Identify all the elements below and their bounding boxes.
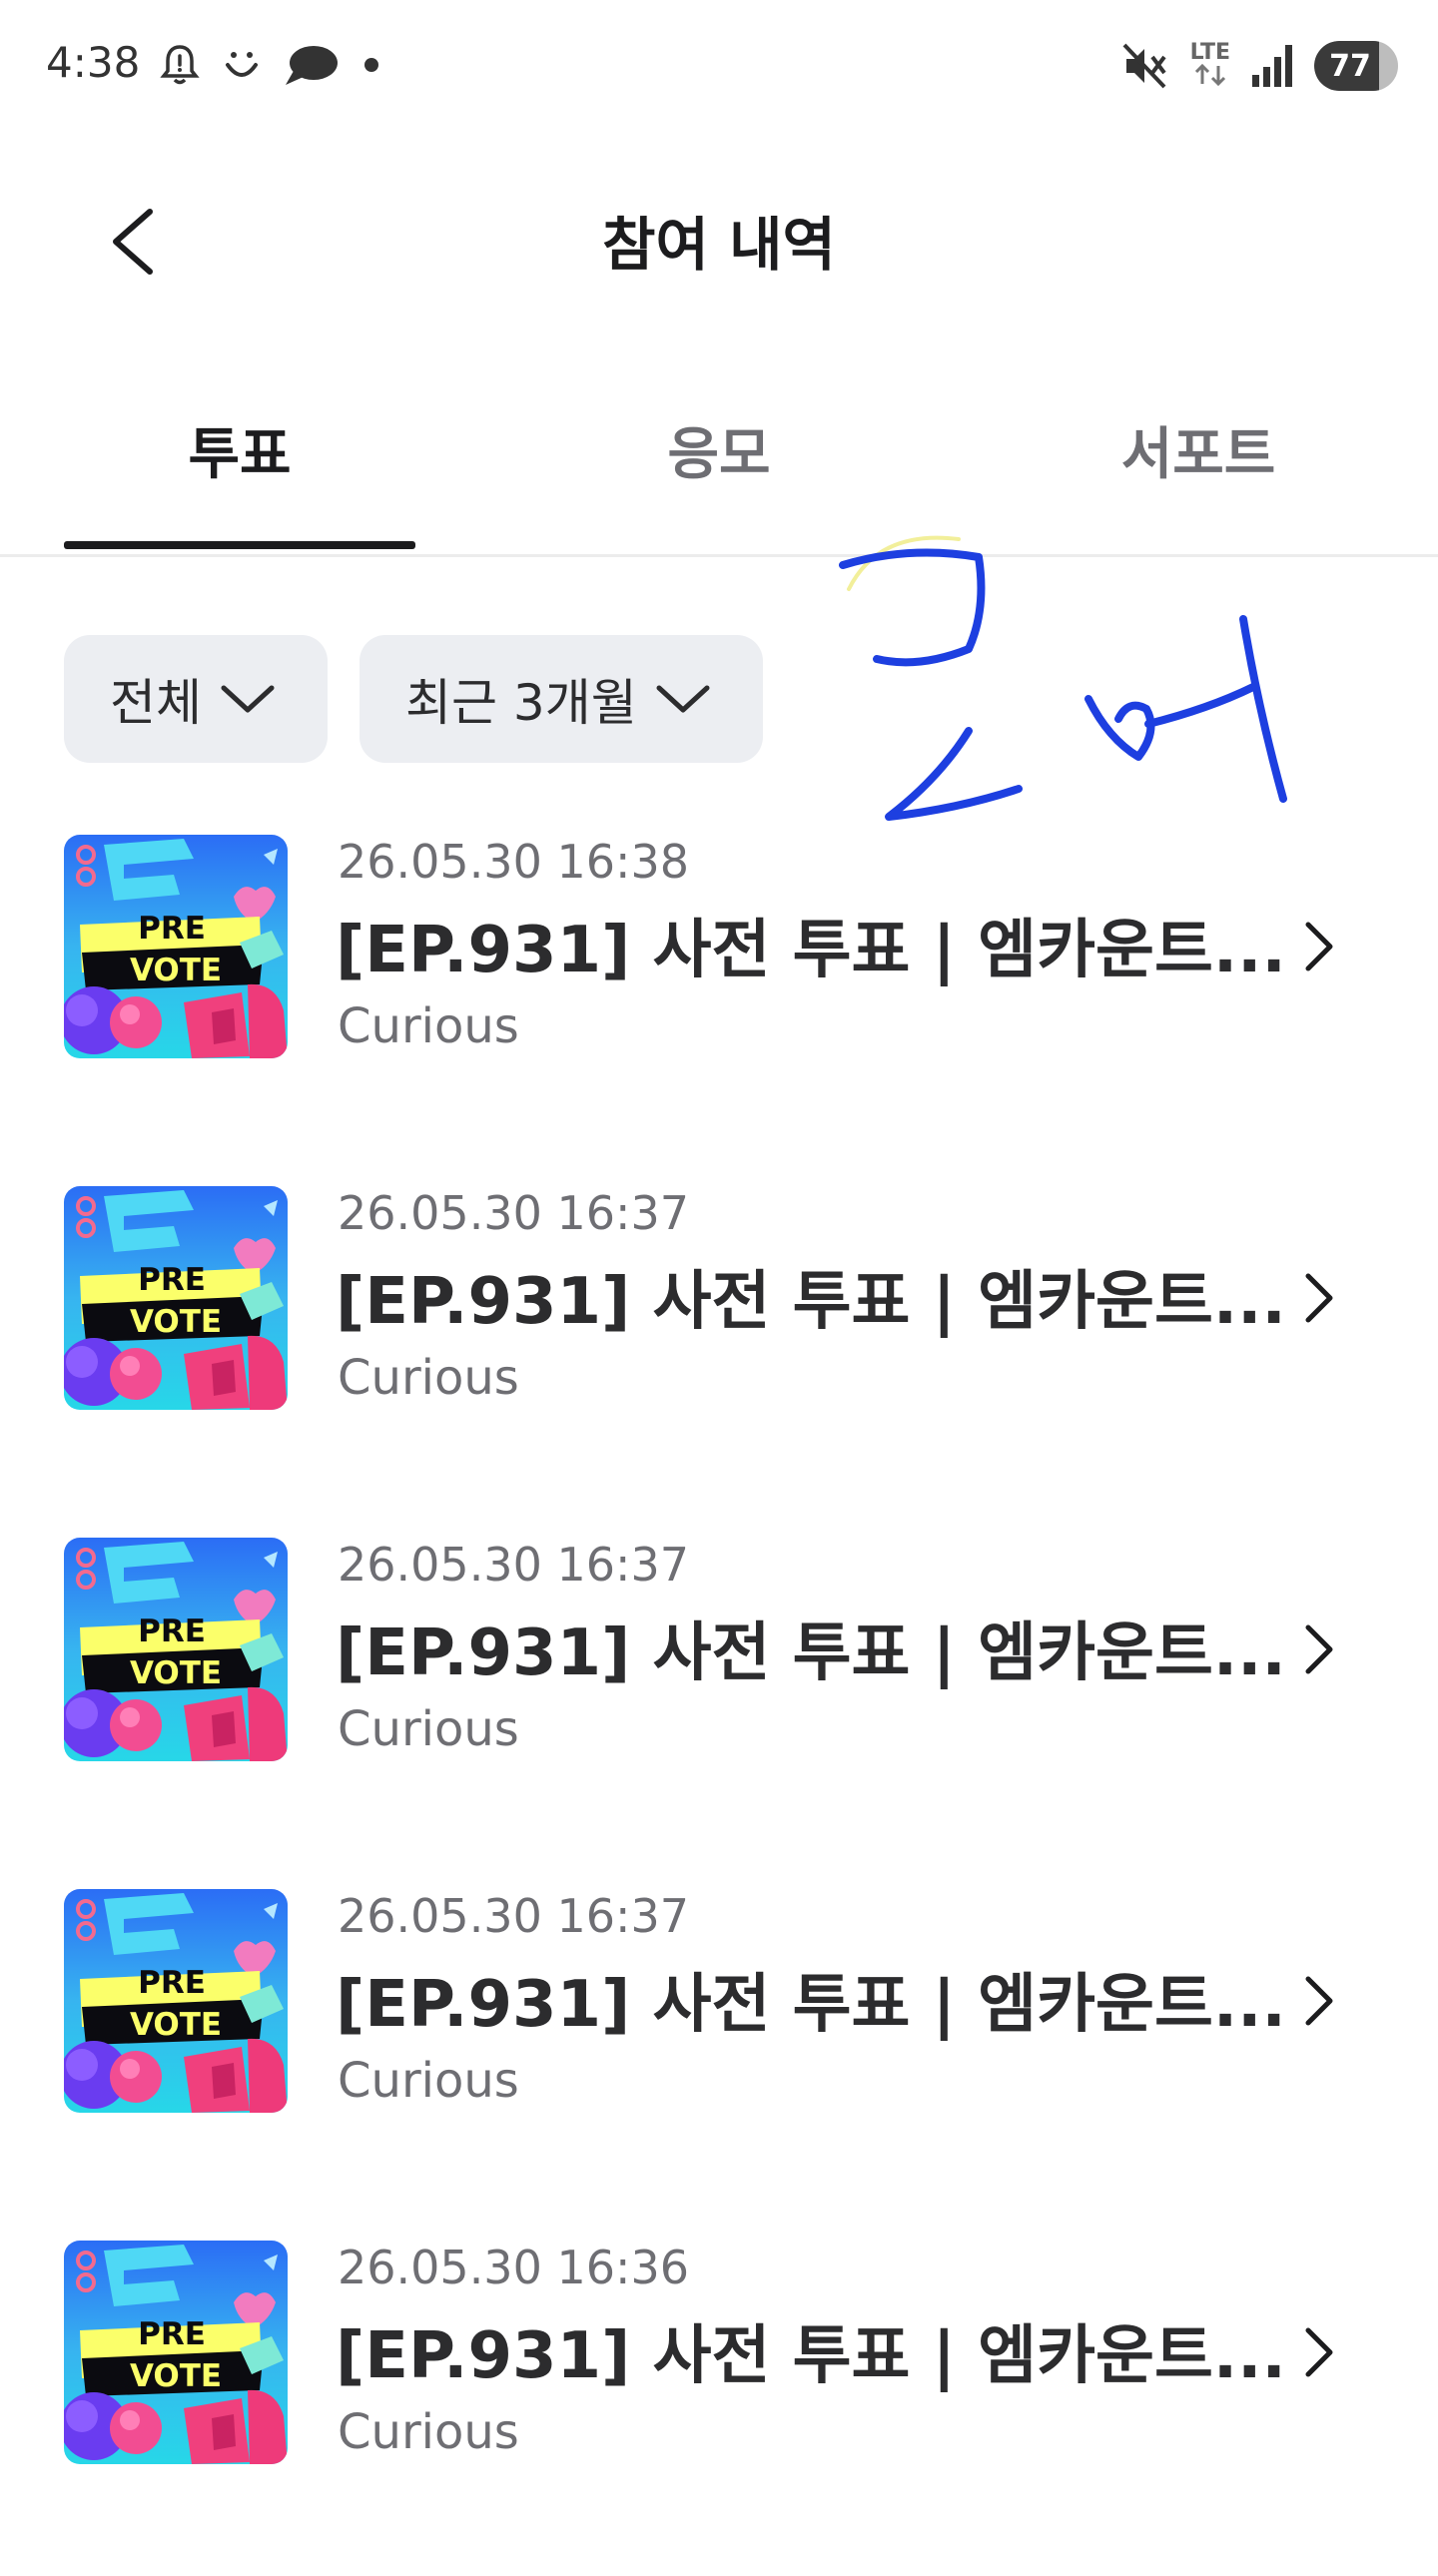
signal-icon	[1252, 45, 1292, 87]
pre-vote-thumbnail: PRE VOTE	[64, 2241, 288, 2464]
smile-icon	[226, 52, 258, 77]
participation-list: PRE VOTE 26.05.30 16:38 [EP.931] 사전 투표 |…	[0, 819, 1438, 2576]
battery-icon: 77	[1314, 41, 1398, 91]
alarm-icon	[160, 45, 200, 85]
pre-label: PRE	[138, 1965, 206, 2001]
list-item[interactable]: PRE VOTE 26.05.30 16:37 [EP.931] 사전 투표 |…	[0, 1522, 1438, 1873]
status-left-icons	[160, 40, 381, 90]
chevron-right-icon	[1305, 1624, 1333, 1674]
item-title: [EP.931] 사전 투표 | 엠카운트...	[336, 914, 1286, 987]
chevron-right-icon	[1305, 2327, 1333, 2377]
item-date: 26.05.30 16:38	[338, 835, 690, 889]
pre-vote-thumbnail: PRE VOTE	[64, 835, 288, 1058]
vote-label: VOTE	[130, 1655, 222, 1691]
filter-all-label: 전체	[110, 674, 202, 732]
pre-label: PRE	[138, 911, 206, 947]
dot-icon	[364, 58, 378, 72]
chevron-down-icon	[221, 685, 275, 713]
mute-icon	[1122, 43, 1166, 89]
item-subtitle: Curious	[338, 998, 519, 1054]
header: 참여 내역	[0, 150, 1438, 329]
vote-label: VOTE	[130, 2007, 222, 2043]
item-subtitle: Curious	[338, 1350, 519, 1406]
lte-icon: LTE	[1190, 42, 1230, 90]
item-subtitle: Curious	[338, 1701, 519, 1757]
item-date: 26.05.30 16:37	[338, 1538, 690, 1592]
pre-vote-thumbnail: PRE VOTE	[64, 1186, 288, 1410]
vote-label: VOTE	[130, 2358, 222, 2394]
page-title: 참여 내역	[602, 211, 836, 279]
chevron-right-icon	[1305, 1273, 1333, 1323]
data-arrows-icon	[1194, 63, 1225, 87]
handwritten-annotation	[839, 535, 1287, 821]
item-title: [EP.931] 사전 투표 | 엠카운트...	[336, 1265, 1286, 1339]
network-label: LTE	[1189, 40, 1230, 65]
chevron-down-icon	[656, 685, 710, 713]
tab-vote[interactable]: 투표	[64, 409, 415, 490]
list-item[interactable]: PRE VOTE 26.05.30 16:36 [EP.931] 사전 투표 |…	[0, 2225, 1438, 2576]
pre-vote-thumbnail: PRE VOTE	[64, 1538, 288, 1761]
list-item[interactable]: PRE VOTE 26.05.30 16:37 [EP.931] 사전 투표 |…	[0, 1873, 1438, 2225]
status-time: 4:38	[46, 38, 141, 87]
filter-period-dropdown[interactable]: 최근 3개월	[360, 635, 763, 763]
item-title: [EP.931] 사전 투표 | 엠카운트...	[336, 2319, 1286, 2393]
battery-level: 77	[1329, 48, 1371, 84]
chevron-right-icon	[1305, 922, 1333, 971]
filter-bar: 전체 최근 3개월	[64, 635, 763, 763]
filter-all-dropdown[interactable]: 전체	[64, 635, 328, 763]
pre-label: PRE	[138, 1613, 206, 1649]
chat-bubble-icon	[286, 46, 338, 85]
vote-label: VOTE	[130, 953, 222, 988]
item-subtitle: Curious	[338, 2053, 519, 2109]
chevron-right-icon	[1305, 1976, 1333, 2026]
pre-label: PRE	[138, 1262, 206, 1298]
status-bar: 4:38 LTE 77	[0, 0, 1438, 140]
tab-support[interactable]: 서포트	[1023, 409, 1374, 490]
list-item[interactable]: PRE VOTE 26.05.30 16:38 [EP.931] 사전 투표 |…	[0, 819, 1438, 1170]
tab-entry[interactable]: 응모	[543, 409, 895, 490]
item-subtitle: Curious	[338, 2404, 519, 2460]
pre-vote-thumbnail: PRE VOTE	[64, 1889, 288, 2113]
item-date: 26.05.30 16:37	[338, 1889, 690, 1943]
list-item[interactable]: PRE VOTE 26.05.30 16:37 [EP.931] 사전 투표 |…	[0, 1170, 1438, 1522]
pre-label: PRE	[138, 2316, 206, 2352]
item-date: 26.05.30 16:37	[338, 1186, 690, 1240]
filter-period-label: 최근 3개월	[405, 674, 637, 732]
item-title: [EP.931] 사전 투표 | 엠카운트...	[336, 1968, 1286, 2042]
item-date: 26.05.30 16:36	[338, 2241, 690, 2294]
item-title: [EP.931] 사전 투표 | 엠카운트...	[336, 1616, 1286, 1690]
vote-label: VOTE	[130, 1304, 222, 1340]
status-right-icons: LTE 77	[1120, 38, 1398, 94]
active-tab-indicator	[64, 541, 415, 549]
